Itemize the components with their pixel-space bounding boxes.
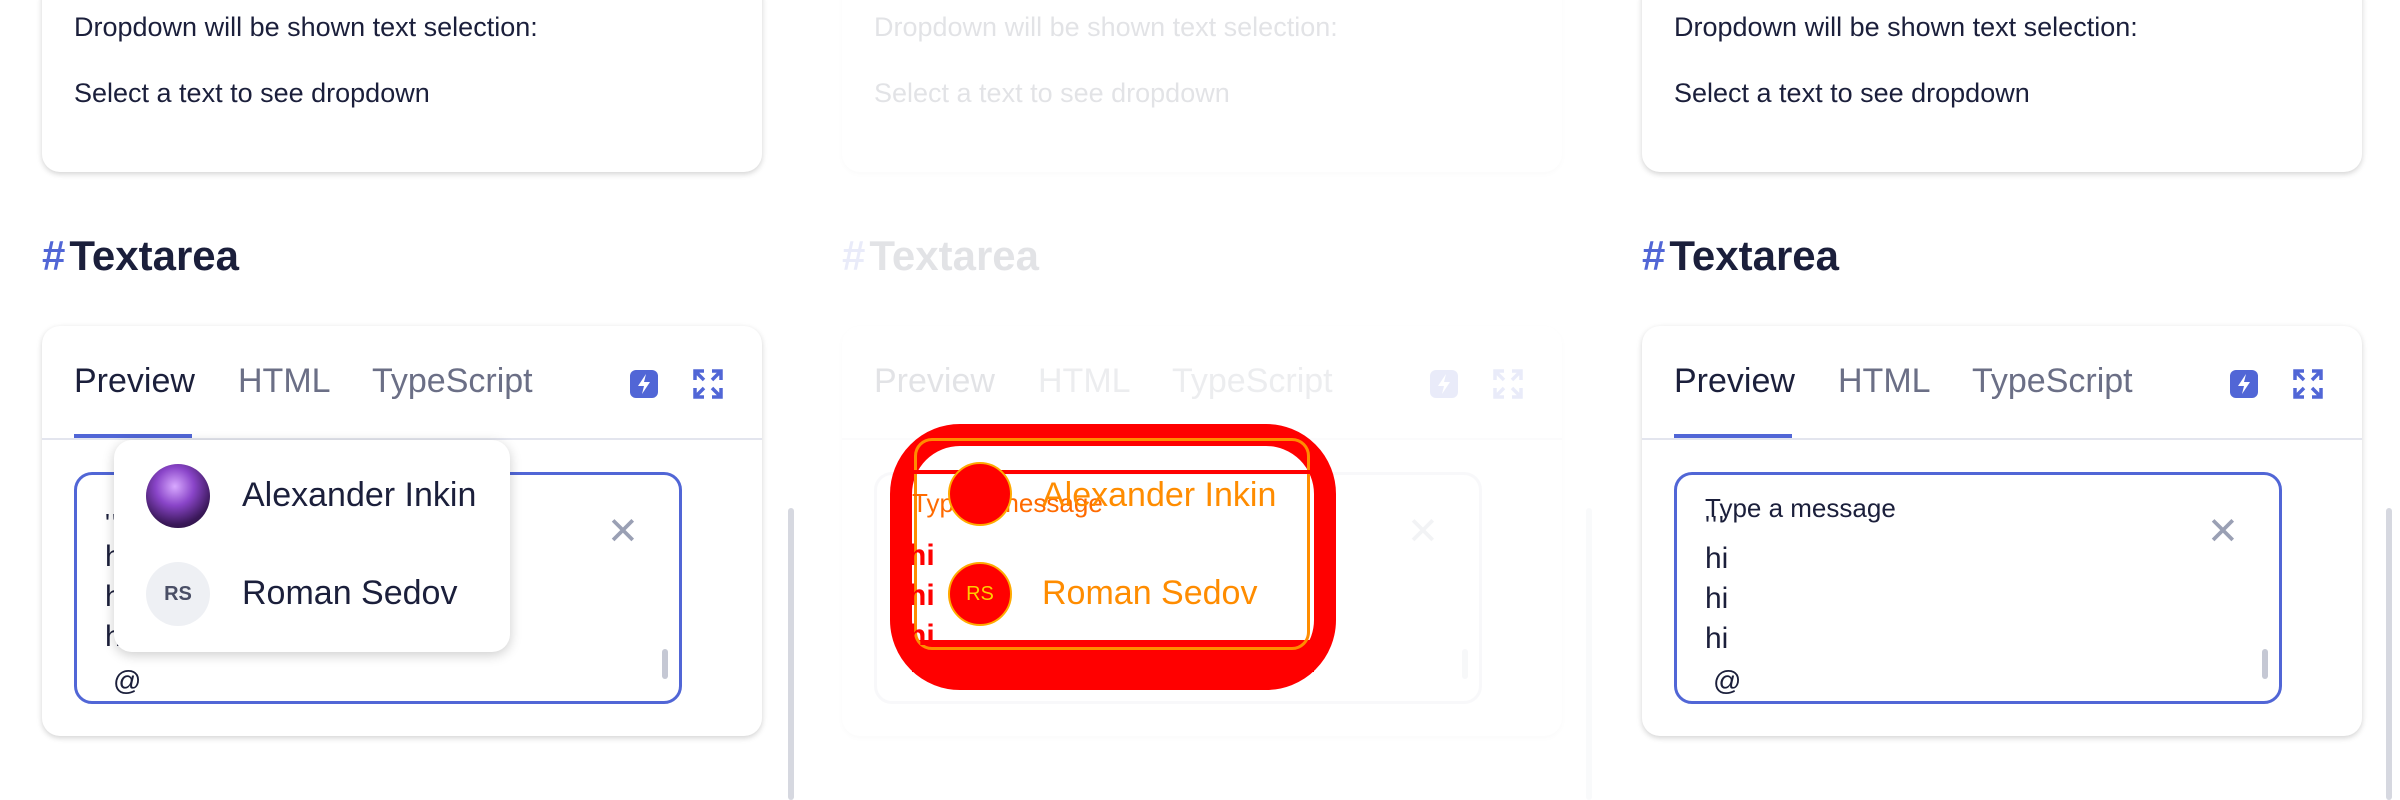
panel-left: Dropdown will be shown text selection: S… [0, 0, 800, 800]
highlight-line-text: hi [908, 619, 935, 652]
page-scrollbar[interactable] [1586, 508, 1592, 800]
textarea-scrollbar[interactable] [662, 649, 668, 679]
textarea-line: hi [1705, 542, 1729, 575]
anchor-hash[interactable]: # [1642, 232, 1665, 279]
anchor-hash[interactable]: # [42, 232, 65, 279]
highlight-avatar: RS [948, 562, 1012, 626]
tab-preview[interactable]: Preview [74, 362, 195, 401]
tab-typescript[interactable]: TypeScript [1972, 362, 2133, 401]
mention-option[interactable]: RS Roman Sedov [146, 562, 486, 628]
highlight-option-name: Roman Sedov [1042, 574, 1258, 612]
expand-icon[interactable] [2292, 368, 2324, 400]
section-title: #Textarea [842, 232, 1039, 280]
section-title: #Textarea [42, 232, 239, 280]
highlight-lines: hi hi hi [908, 536, 935, 656]
dropdown-demo-title: Dropdown will be shown text selection: [74, 12, 538, 42]
mention-trigger: @ [1713, 665, 1742, 696]
highlight-avatar [948, 462, 1012, 526]
section-title: #Textarea [1642, 232, 1839, 280]
close-icon[interactable]: ✕ [1407, 513, 1439, 551]
panel-right: Dropdown will be shown text selection: S… [1600, 0, 2400, 800]
tab-html[interactable]: HTML [1038, 362, 1131, 401]
tab-preview[interactable]: Preview [874, 362, 995, 401]
highlight-option-name: Alexander Inkin [1042, 476, 1277, 514]
tab-typescript[interactable]: TypeScript [1172, 362, 1333, 401]
message-textarea[interactable]: Type a message ''' hi hi hi @ ✕ [1674, 472, 2282, 704]
textarea-line: hi [1705, 582, 1729, 615]
dropdown-demo-title: Dropdown will be shown text selection: [874, 12, 1338, 42]
close-icon[interactable]: ✕ [607, 513, 639, 551]
close-icon[interactable]: ✕ [2207, 513, 2239, 551]
textarea-line: hi [1705, 622, 1729, 655]
mention-option-name: Roman Sedov [242, 574, 458, 612]
textarea-placeholder: Type a message [1705, 493, 1896, 523]
textarea-content: ''' hi hi hi [1705, 510, 1729, 659]
dropdown-demo-hint: Select a text to see dropdown [1674, 78, 2030, 108]
highlight-line-text: hi [908, 579, 935, 612]
page-scrollbar[interactable] [2386, 508, 2392, 800]
mention-dropdown: Alexander Inkin RS Roman Sedov [114, 440, 510, 652]
page-scrollbar[interactable] [788, 508, 794, 800]
section-title-text: Textarea [1669, 232, 1840, 279]
flash-icon[interactable] [1428, 368, 1460, 400]
tab-divider [1642, 438, 2362, 440]
avatar [146, 464, 210, 528]
anchor-hash[interactable]: # [842, 232, 865, 279]
dropdown-demo-title: Dropdown will be shown text selection: [1674, 12, 2138, 42]
textarea-demo-card: Preview HTML TypeScript Type a message '… [1642, 326, 2362, 736]
section-title-text: Textarea [869, 232, 1040, 279]
section-title-text: Textarea [69, 232, 240, 279]
dropdown-demo-hint: Select a text to see dropdown [874, 78, 1230, 108]
tab-preview[interactable]: Preview [1674, 362, 1795, 401]
tab-typescript[interactable]: TypeScript [372, 362, 533, 401]
flash-icon[interactable] [628, 368, 660, 400]
expand-icon[interactable] [1492, 368, 1524, 400]
tab-html[interactable]: HTML [1838, 362, 1931, 401]
textarea-scrollbar[interactable] [2262, 649, 2268, 679]
mention-trigger: @ [113, 665, 142, 696]
dropdown-demo-hint: Select a text to see dropdown [74, 78, 430, 108]
textarea-scrollbar[interactable] [1462, 649, 1468, 679]
textarea-overflow-line: ''' [1705, 510, 1726, 540]
flash-icon[interactable] [2228, 368, 2260, 400]
tab-html[interactable]: HTML [238, 362, 331, 401]
mention-option[interactable]: Alexander Inkin [146, 464, 486, 530]
expand-icon[interactable] [692, 368, 724, 400]
avatar: RS [146, 562, 210, 626]
mention-option-name: Alexander Inkin [242, 476, 477, 514]
highlight-line-text: hi [908, 539, 935, 572]
